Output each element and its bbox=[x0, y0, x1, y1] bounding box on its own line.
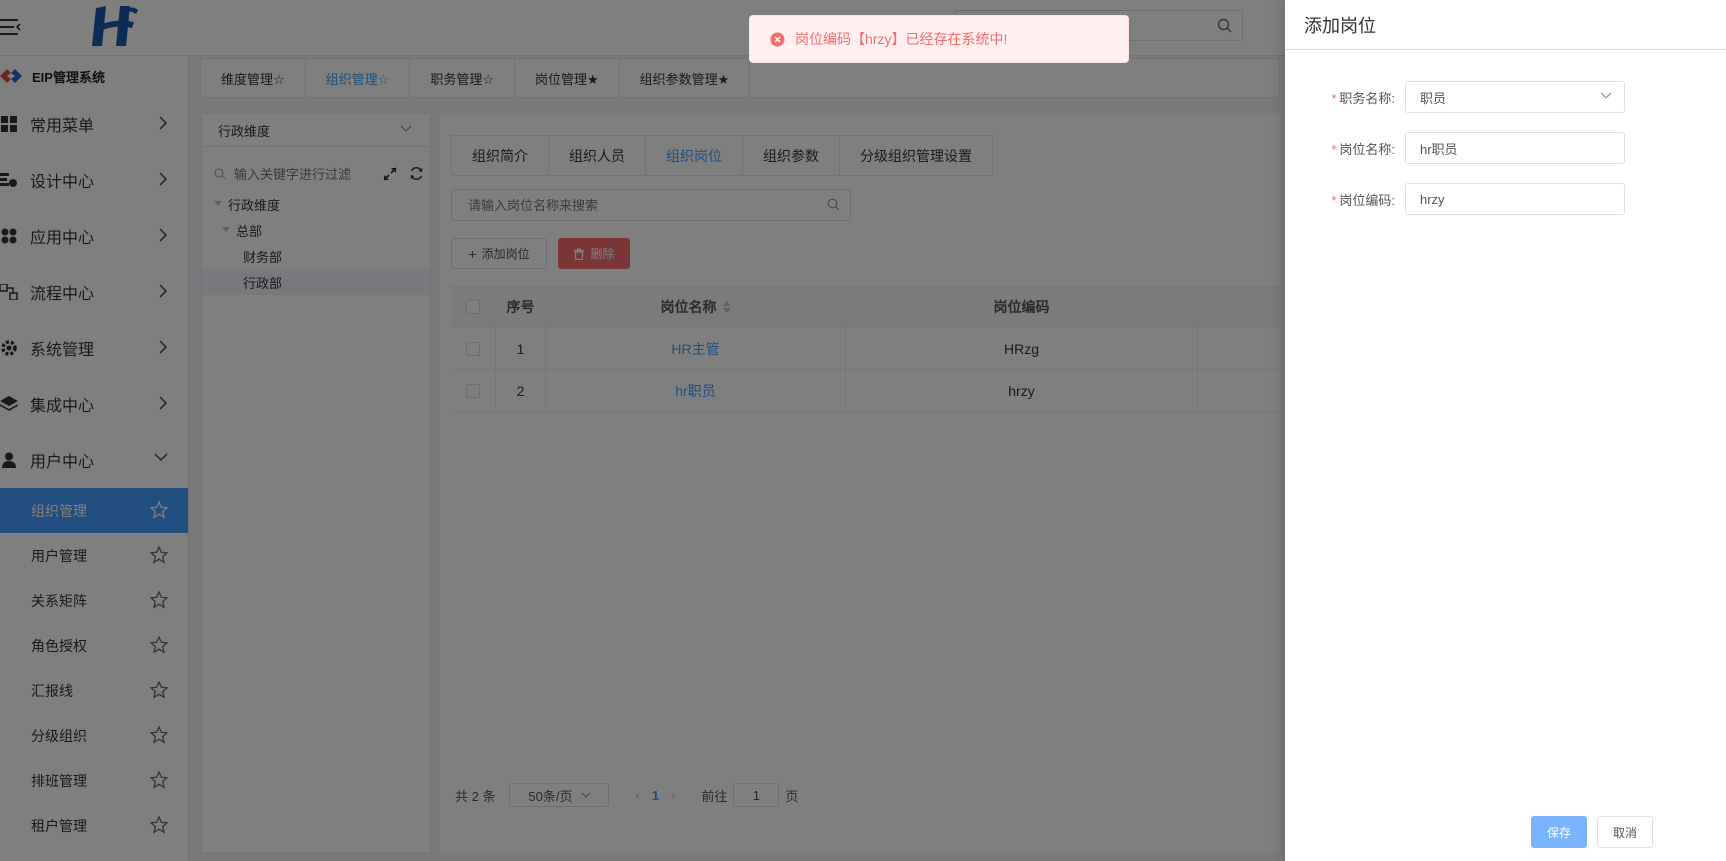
required-mark: * bbox=[1331, 90, 1337, 106]
cancel-button[interactable]: 取消 bbox=[1597, 816, 1653, 848]
form-row-post-code: * 岗位编码: hrzy bbox=[1321, 183, 1625, 215]
add-post-drawer: 添加岗位 * 职务名称: 职员 * 岗位名称: hr职员 * 岗位编码: hrzy bbox=[1285, 0, 1726, 861]
post-code-label-text: 岗位编码: bbox=[1339, 192, 1395, 208]
error-circle-icon bbox=[770, 32, 785, 47]
chevron-down-icon bbox=[1600, 92, 1612, 100]
error-toast: 岗位编码【hrzy】已经存在系统中! bbox=[749, 15, 1129, 63]
post-name-input[interactable]: hr职员 bbox=[1405, 132, 1625, 164]
post-name-label-text: 岗位名称: bbox=[1339, 141, 1395, 157]
toast-message: 岗位编码【hrzy】已经存在系统中! bbox=[795, 31, 1008, 47]
post-code-input[interactable]: hrzy bbox=[1405, 183, 1625, 215]
required-mark: * bbox=[1331, 141, 1337, 157]
form-row-post-name: * 岗位名称: hr职员 bbox=[1321, 132, 1625, 164]
job-name-label: * 职务名称: bbox=[1321, 88, 1405, 107]
drawer-title: 添加岗位 bbox=[1285, 0, 1726, 50]
post-code-label: * 岗位编码: bbox=[1321, 190, 1405, 209]
post-name-label: * 岗位名称: bbox=[1321, 139, 1405, 158]
job-name-value: 职员 bbox=[1420, 90, 1447, 106]
form-row-job-name: * 职务名称: 职员 bbox=[1321, 81, 1625, 113]
job-name-select[interactable]: 职员 bbox=[1405, 81, 1625, 113]
required-mark: * bbox=[1331, 192, 1337, 208]
job-name-label-text: 职务名称: bbox=[1339, 90, 1395, 106]
modal-overlay[interactable] bbox=[0, 0, 1285, 861]
save-button[interactable]: 保存 bbox=[1531, 816, 1587, 848]
